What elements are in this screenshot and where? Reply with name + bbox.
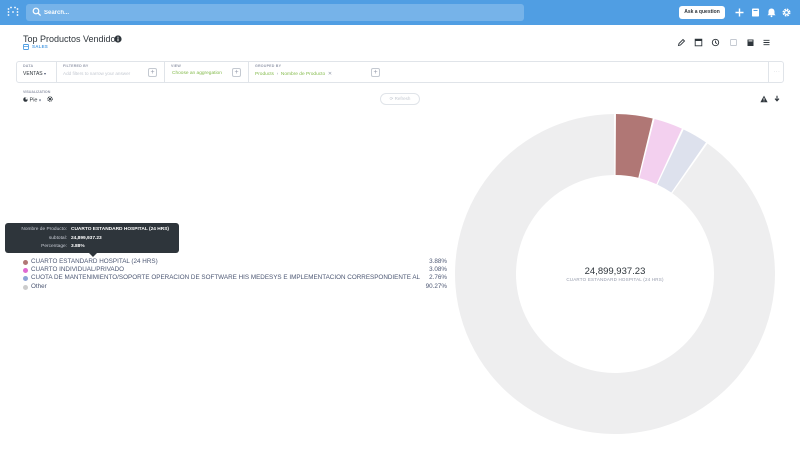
warning-icon[interactable] [760, 95, 768, 103]
legend-label: Other [31, 282, 47, 290]
bookmark-icon[interactable] [746, 38, 755, 47]
chevron-down-icon: ▾ [44, 71, 47, 76]
tooltip-key: subtotal: [48, 235, 67, 241]
tooltip-key: Percentage: [41, 244, 67, 249]
legend-dot [23, 284, 28, 290]
legend-item[interactable]: CUARTO INDIVIDUAL/PRIVADO 3.08% [23, 266, 447, 274]
filter-placeholder[interactable]: Add filters to narrow your answer [63, 71, 130, 76]
group-section: GROUPED BY Products › Nombre de Producto… [249, 62, 389, 82]
chevron-down-icon: ▾ [39, 97, 42, 103]
visualization-label: VISUALIZATION [23, 90, 51, 94]
add-to-dashboard-icon[interactable] [694, 38, 703, 47]
add-breakout-button[interactable]: + [371, 68, 380, 77]
legend-label: CUARTO INDIVIDUAL/PRIVADO [31, 266, 125, 274]
metabase-logo-icon[interactable] [7, 6, 19, 18]
legend-percent: 2.76% [429, 274, 447, 282]
legend-item[interactable]: CUOTA DE MANTENIMIENTO/SOPORTE OPERACION… [23, 274, 447, 282]
data-source-selector[interactable]: VENTAS ▾ [23, 71, 46, 77]
database-name-link[interactable]: SALES [32, 44, 48, 49]
tooltip-row: Nombre de Producto: CUARTO ESTANDARD HOS… [5, 226, 179, 233]
tooltip-value: 3.88% [71, 244, 85, 249]
aggregation-placeholder[interactable]: Choose an aggregation [172, 71, 222, 76]
page-title: Top Productos Vendidos [23, 34, 121, 44]
legend-item[interactable]: CUARTO ESTANDARD HOSPITAL (24 HRS) 3.88% [23, 258, 447, 266]
donut-center-value: 24,899,937.23 [584, 266, 646, 277]
data-section: DATA VENTAS ▾ [17, 62, 57, 82]
collection-icon[interactable] [750, 7, 761, 18]
breakout-table-name: Products [255, 72, 274, 77]
database-icon [23, 44, 29, 50]
visualization-type: Pie [29, 97, 38, 104]
add-filter-button[interactable]: + [148, 68, 157, 77]
group-label: GROUPED BY [255, 64, 282, 68]
bell-icon[interactable] [766, 7, 777, 18]
legend-label: CUARTO ESTANDARD HOSPITAL (24 HRS) [31, 258, 158, 265]
alert-icon[interactable] [729, 38, 738, 47]
tooltip-row: Percentage: 3.88% [5, 243, 179, 250]
remove-breakout-icon[interactable]: ✕ [327, 71, 332, 77]
view-label: VIEW [171, 64, 181, 68]
search-input[interactable] [42, 4, 512, 21]
ask-question-button[interactable]: Ask a question [679, 6, 725, 19]
legend-dot [23, 276, 28, 282]
search-icon [32, 7, 42, 17]
more-options-button[interactable]: ··· [768, 62, 785, 82]
menu-icon[interactable] [762, 38, 771, 47]
legend-percent: 90.27% [425, 282, 447, 290]
data-label: DATA [23, 64, 34, 68]
legend-percent: 3.88% [429, 258, 447, 265]
breakout-field[interactable]: Products › Nombre de Producto ✕ [255, 71, 332, 77]
plus-icon[interactable] [734, 7, 745, 18]
legend-item[interactable]: Other 90.27% [23, 283, 447, 291]
history-icon[interactable] [711, 38, 720, 47]
refresh-button[interactable]: ⟳ Refresh [380, 93, 420, 105]
donut-center-label: CUARTO ESTANDARD HOSPITAL (24 HRS) [566, 277, 664, 282]
visualization-selector[interactable]: Pie ▾ [23, 96, 53, 104]
legend-dot [23, 260, 28, 265]
tooltip-value: 24,899,937.23 [71, 235, 102, 241]
settings-gear-icon[interactable] [46, 96, 53, 102]
legend-label: CUOTA DE MANTENIMIENTO/SOPORTE OPERACION… [31, 274, 421, 282]
filter-section: FILTERED BY Add filters to narrow your a… [57, 62, 165, 82]
refresh-icon: ⟳ [389, 96, 394, 101]
chart-tooltip: Nombre de Producto: CUARTO ESTANDARD HOS… [5, 223, 179, 257]
download-icon[interactable] [773, 95, 781, 103]
tooltip-row: subtotal: 24,899,937.23 [5, 235, 179, 242]
tooltip-value: CUARTO ESTANDARD HOSPITAL (24 HRS) [71, 227, 169, 232]
data-source-value: VENTAS [23, 71, 43, 77]
top-nav-bar: Ask a question [0, 0, 800, 25]
legend-percent: 3.08% [429, 266, 447, 274]
legend-dot [23, 268, 28, 274]
breakout-field-name: Nombre de Producto [280, 72, 326, 77]
pie-chart-icon [23, 97, 28, 102]
chart-legend: CUARTO ESTANDARD HOSPITAL (24 HRS) 3.88%… [23, 258, 447, 291]
query-builder: DATA VENTAS ▾ FILTERED BY Add filters to… [16, 61, 784, 83]
refresh-label: Refresh [394, 96, 411, 101]
gear-icon[interactable] [781, 7, 792, 18]
info-icon[interactable] [114, 35, 122, 43]
view-section: VIEW Choose an aggregation + [165, 62, 249, 82]
pencil-icon[interactable] [677, 38, 686, 47]
add-aggregation-button[interactable]: + [232, 68, 241, 77]
filter-label: FILTERED BY [63, 64, 89, 68]
search-bar[interactable] [26, 4, 524, 21]
tooltip-key: Nombre de Producto: [21, 227, 67, 232]
